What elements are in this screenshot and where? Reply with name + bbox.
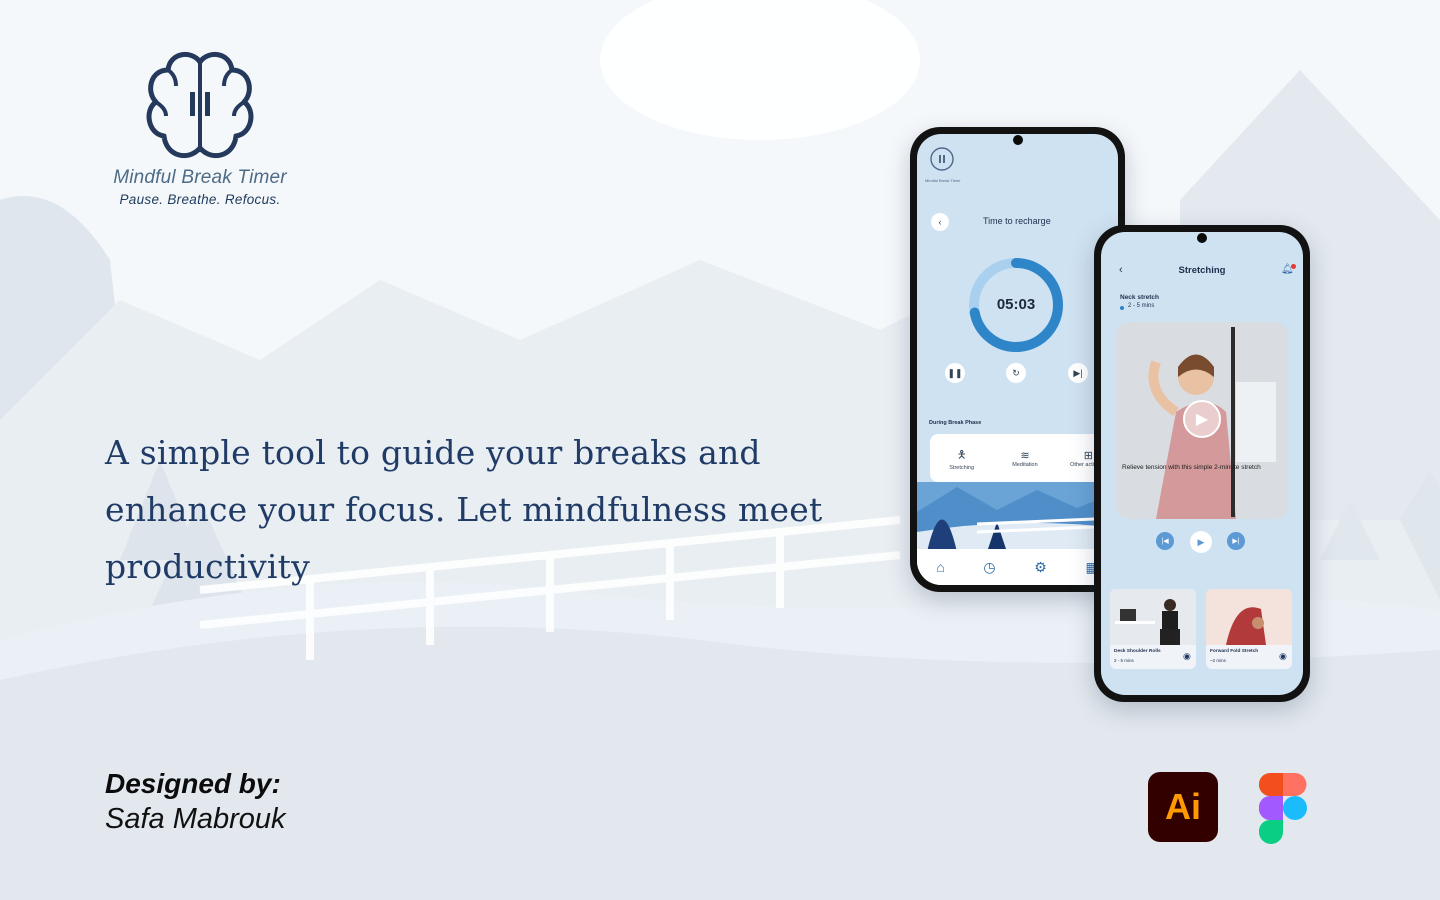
headline: A simple tool to guide your breaks and e… xyxy=(105,433,823,586)
next-button[interactable]: ▶| xyxy=(1227,532,1245,550)
exercise-video[interactable]: ▶ Relieve tension with this simple 2-min… xyxy=(1116,322,1288,519)
activity-label: Meditation xyxy=(1012,461,1038,468)
timer-screen: Mindful Break Timer ‹ Time to recharge 0… xyxy=(917,134,1118,585)
skip-previous-icon: |◀ xyxy=(1161,538,1169,545)
illustrator-label: Ai xyxy=(1165,786,1201,827)
related-duration: ~2 mins xyxy=(1210,658,1226,663)
phone-timer-screen: Mindful Break Timer ‹ Time to recharge 0… xyxy=(910,127,1125,592)
duration-dot xyxy=(1120,306,1124,310)
brand-name: Mindful Break Timer xyxy=(113,167,287,188)
previous-button[interactable]: |◀ xyxy=(1156,532,1174,550)
designer-name: Safa Mabrouk xyxy=(105,803,286,835)
section-label: During Break Phase xyxy=(929,420,982,426)
camera-notch xyxy=(1012,135,1023,145)
back-button[interactable]: ‹ xyxy=(931,213,949,231)
grid-icon: ⊞ xyxy=(1083,449,1093,462)
chevron-left-icon: ‹ xyxy=(938,217,942,227)
related-exercise-card[interactable]: Forward Fold Stretch ~2 mins ◉ xyxy=(1206,589,1292,669)
designed-by-label: Designed by: xyxy=(105,768,281,799)
bottom-nav: ⌂ ◷ ⚙ ▦ xyxy=(917,549,1118,585)
meditation-icon: ≋ xyxy=(1020,449,1030,462)
related-name: Forward Fold Stretch xyxy=(1210,649,1259,654)
desk-shoulder-rolls-image xyxy=(1110,589,1196,645)
activities-card: 🯅 Stretching ≋ Meditation ⊞ Other activi… xyxy=(930,434,1118,482)
video-caption: Relieve tension with this simple 2-minut… xyxy=(1122,464,1261,471)
forward-fold-stretch-image xyxy=(1206,589,1292,645)
play-circle-icon[interactable]: ◉ xyxy=(1279,651,1287,662)
figma-icon xyxy=(1258,773,1307,844)
brand-tagline: Pause. Breathe. Refocus. xyxy=(119,192,281,207)
adobe-illustrator-icon: Ai xyxy=(1148,772,1218,842)
activity-stretching[interactable]: 🯅 Stretching xyxy=(937,446,987,471)
play-button[interactable]: ▶ xyxy=(1190,531,1212,553)
winter-illustration xyxy=(917,482,1118,556)
exercise-duration: 2 - 5 mins xyxy=(1128,303,1155,309)
activity-label: Stretching xyxy=(949,464,975,471)
play-icon: ▶ xyxy=(1197,536,1205,547)
stretching-icon: 🯅 xyxy=(956,448,967,461)
timer-title: Time to recharge xyxy=(983,216,1051,226)
play-circle-icon[interactable]: ◉ xyxy=(1183,651,1191,662)
related-duration: 2 - 5 mins xyxy=(1114,658,1134,663)
home-icon[interactable]: ⌂ xyxy=(936,559,944,575)
reset-button[interactable]: ↻ xyxy=(1006,363,1026,383)
related-name: Desk Shoulder Rolls xyxy=(1114,649,1161,654)
app-name: Mindful Break Timer xyxy=(925,178,961,183)
brain-pause-logo-icon xyxy=(146,52,254,159)
timer-time: 05:03 xyxy=(996,296,1036,313)
settings-icon[interactable]: ⚙ xyxy=(1034,559,1047,576)
camera-notch xyxy=(1197,233,1207,243)
skip-next-icon: ▶| xyxy=(1073,367,1083,378)
stretching-title: Stretching xyxy=(1178,265,1226,276)
skip-button[interactable]: ▶| xyxy=(1068,363,1088,383)
refresh-icon: ↻ xyxy=(1012,367,1020,378)
stretching-screen: ‹ Stretching 🔔︎ Neck stretch 2 - 5 mins … xyxy=(1101,232,1303,695)
related-exercise-card[interactable]: Desk Shoulder Rolls 2 - 5 mins ◉ xyxy=(1110,589,1196,669)
activity-meditation[interactable]: ≋ Meditation xyxy=(1000,449,1050,468)
pause-button[interactable]: ❚❚ xyxy=(945,363,965,383)
pause-icon: ❚❚ xyxy=(947,367,963,378)
play-icon[interactable]: ▶ xyxy=(1183,400,1221,438)
app-logo-icon xyxy=(930,147,954,171)
timer-icon[interactable]: ◷ xyxy=(983,559,995,576)
exercise-name: Neck stretch xyxy=(1120,294,1160,301)
skip-next-icon: ▶| xyxy=(1232,538,1240,545)
phone-stretching-screen: ‹ Stretching 🔔︎ Neck stretch 2 - 5 mins … xyxy=(1094,225,1310,702)
notification-dot xyxy=(1291,264,1296,269)
